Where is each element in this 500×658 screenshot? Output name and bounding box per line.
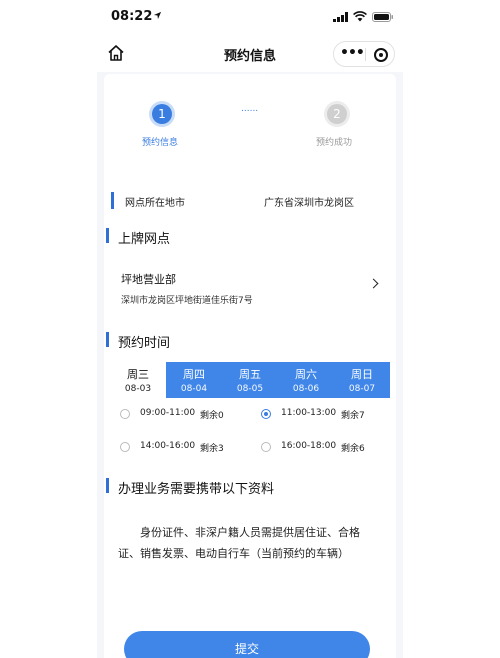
signal-icon bbox=[333, 12, 348, 22]
slot-time: 16:00-18:00 bbox=[281, 441, 337, 451]
time-section-title: 预约时间 bbox=[118, 336, 171, 351]
section-accent-bar bbox=[111, 192, 114, 209]
city-value: 广东省深圳市龙岗区 bbox=[264, 198, 354, 209]
more-icon[interactable]: ••• bbox=[340, 46, 365, 61]
capsule-divider bbox=[365, 48, 366, 61]
slot-remaining: 剩余7 bbox=[341, 411, 365, 421]
slot-time: 11:00-13:00 bbox=[281, 408, 337, 418]
slot-radio[interactable] bbox=[120, 442, 130, 452]
slot-radio[interactable] bbox=[261, 409, 271, 419]
day-date: 08-05 bbox=[236, 384, 264, 394]
slot-radio[interactable] bbox=[261, 442, 271, 452]
booking-card: 1 ...... 2 预约信息 预约成功 网点所在地市 广东省深圳市龙岗区 上牌… bbox=[104, 74, 396, 658]
branch-name: 坪地营业部 bbox=[121, 273, 176, 286]
day-date: 08-07 bbox=[348, 384, 376, 394]
day-name: 周三 bbox=[127, 368, 149, 381]
slot-time: 14:00-16:00 bbox=[140, 441, 196, 451]
mini-program-capsule: ••• bbox=[333, 41, 395, 67]
day-name: 周六 bbox=[295, 368, 317, 381]
materials-text: 身份证件、非深户籍人员需提供居住证、合格证、销售发票、电动自行车（当前预约的车辆… bbox=[118, 526, 360, 560]
wifi-icon bbox=[353, 11, 367, 22]
location-arrow-icon bbox=[153, 11, 162, 20]
slot-remaining: 剩余6 bbox=[341, 444, 365, 454]
step-1-label: 预约信息 bbox=[142, 138, 179, 148]
day-name: 周五 bbox=[239, 368, 261, 381]
day-tab-wed[interactable]: 周三 08-03 bbox=[110, 362, 166, 398]
day-tabs: 周三 08-03 周四 08-04 周五 08-05 周六 08-06 周日 0… bbox=[110, 362, 390, 398]
city-label: 网点所在地市 bbox=[125, 198, 185, 209]
status-bar: 08:22 bbox=[97, 0, 403, 36]
slot-radio[interactable] bbox=[120, 409, 130, 419]
day-date: 08-03 bbox=[124, 384, 152, 394]
submit-button[interactable]: 提交 bbox=[124, 631, 370, 658]
branch-section-title: 上牌网点 bbox=[118, 232, 171, 247]
slot-remaining: 剩余3 bbox=[200, 444, 224, 454]
section-accent-bar bbox=[106, 228, 109, 243]
day-name: 周日 bbox=[351, 368, 373, 381]
day-tab-sat[interactable]: 周六 08-06 bbox=[278, 362, 334, 398]
branch-address: 深圳市龙岗区坪地街道佳乐街7号 bbox=[121, 296, 253, 306]
chevron-right-icon[interactable] bbox=[368, 278, 379, 289]
day-date: 08-06 bbox=[292, 384, 320, 394]
day-tab-fri[interactable]: 周五 08-05 bbox=[222, 362, 278, 398]
slot-remaining: 剩余0 bbox=[200, 411, 224, 421]
nav-bar: 预约信息 ••• bbox=[97, 36, 403, 72]
step-2-label: 预约成功 bbox=[316, 138, 353, 148]
section-accent-bar bbox=[106, 478, 109, 493]
materials-section-title: 办理业务需要携带以下资料 bbox=[118, 482, 275, 497]
section-accent-bar bbox=[106, 332, 109, 347]
day-name: 周四 bbox=[183, 368, 205, 381]
phone-screen: 08:22 预约信息 ••• 1 ...... 2 预约信息 预约成功 网点所在… bbox=[97, 0, 403, 658]
step-1-indicator: 1 bbox=[152, 104, 172, 124]
status-time: 08:22 bbox=[111, 9, 153, 24]
steps-connector: ...... bbox=[241, 104, 259, 114]
battery-icon bbox=[372, 12, 393, 22]
day-date: 08-04 bbox=[180, 384, 208, 394]
step-2-indicator: 2 bbox=[327, 104, 347, 124]
day-tab-thu[interactable]: 周四 08-04 bbox=[166, 362, 222, 398]
day-tab-sun[interactable]: 周日 08-07 bbox=[334, 362, 390, 398]
target-icon[interactable] bbox=[374, 48, 388, 62]
slot-time: 09:00-11:00 bbox=[140, 408, 196, 418]
